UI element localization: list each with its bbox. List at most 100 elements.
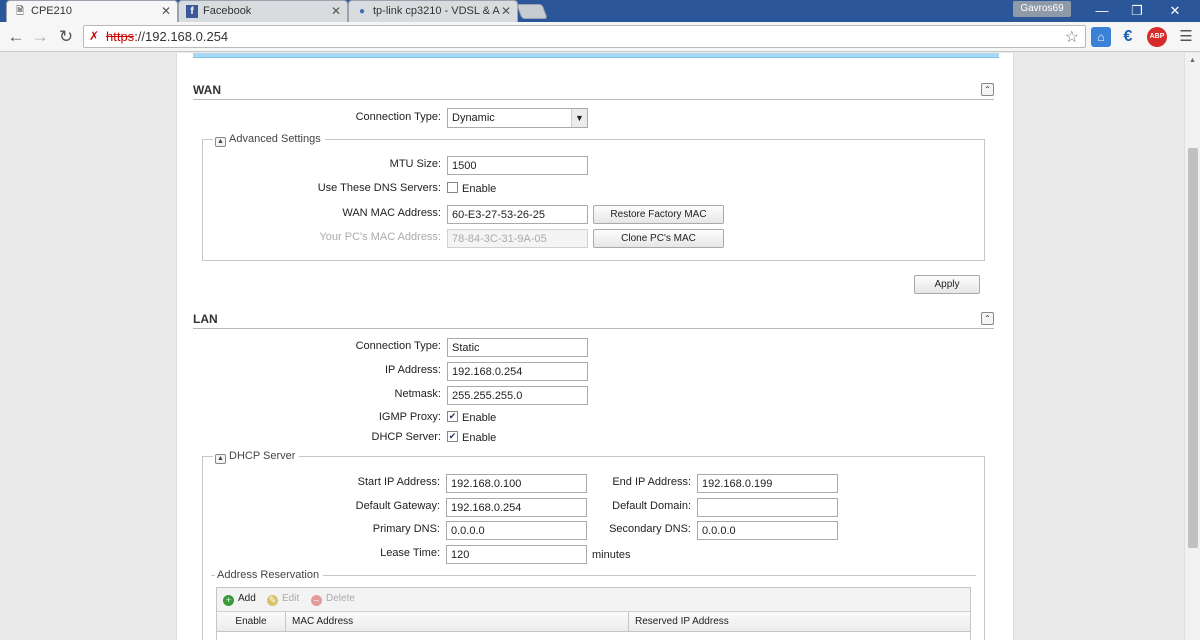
dhcp-server-legend[interactable]: ▲ DHCP Server bbox=[213, 450, 300, 464]
default-gateway-input[interactable] bbox=[446, 498, 587, 517]
reservation-divider bbox=[211, 575, 976, 576]
wan-connection-type-label: Connection Type: bbox=[355, 111, 441, 123]
edit-icon: ✎ bbox=[267, 595, 278, 606]
dhcp-enable-label: Enable bbox=[462, 432, 497, 444]
igmp-enable-label: Enable bbox=[462, 412, 497, 424]
dns-servers-label: Use These DNS Servers: bbox=[317, 182, 441, 194]
url-text: https://192.168.0.254 bbox=[106, 29, 229, 44]
reload-icon[interactable]: ↻ bbox=[56, 27, 76, 47]
page-scrollbar[interactable]: ▲ bbox=[1184, 53, 1200, 640]
column-header-reserved-ip[interactable]: Reserved IP Address bbox=[629, 612, 970, 632]
end-ip-label: End IP Address: bbox=[612, 476, 691, 488]
close-icon[interactable]: ✕ bbox=[501, 4, 511, 18]
dns-enable-label: Enable bbox=[462, 183, 497, 195]
reservation-toolbar: + Add ✎ Edit – Delete bbox=[217, 588, 970, 612]
start-ip-input[interactable] bbox=[446, 474, 587, 493]
adblock-icon[interactable]: ABP bbox=[1147, 27, 1167, 47]
netmask-label: Netmask: bbox=[394, 388, 441, 400]
back-icon[interactable]: ← bbox=[6, 27, 26, 47]
address-bar[interactable]: ✗ https://192.168.0.254 ☆ bbox=[83, 25, 1086, 48]
column-header-enable[interactable]: Enable bbox=[217, 612, 286, 632]
scroll-up-icon[interactable]: ▲ bbox=[1189, 57, 1196, 64]
pc-mac-label: Your PC's MAC Address: bbox=[319, 231, 441, 243]
default-gateway-label: Default Gateway: bbox=[355, 500, 440, 512]
default-domain-label: Default Domain: bbox=[612, 500, 691, 512]
tab-facebook[interactable]: f Facebook ✕ bbox=[178, 0, 348, 22]
add-reservation-button[interactable]: + Add bbox=[223, 593, 256, 606]
tab-title: CPE210 bbox=[31, 5, 72, 17]
dhcp-enable-checkbox[interactable]: ✔ bbox=[447, 431, 458, 442]
igmp-proxy-label: IGMP Proxy: bbox=[378, 411, 441, 423]
primary-dns-label: Primary DNS: bbox=[372, 523, 440, 535]
tab-title: Facebook bbox=[203, 5, 252, 17]
pc-mac-input bbox=[447, 229, 588, 248]
home-icon[interactable]: ⌂ bbox=[1091, 27, 1111, 47]
info-banner bbox=[193, 53, 999, 58]
settings-panel: WAN ⌃ Connection Type: Dynamic ▼ ▲ Advanc… bbox=[176, 53, 1014, 640]
secondary-dns-label: Secondary DNS: bbox=[609, 523, 691, 535]
add-icon: + bbox=[223, 595, 234, 606]
mtu-label: MTU Size: bbox=[389, 158, 441, 170]
clone-pc-mac-button[interactable]: Clone PC's MAC bbox=[593, 229, 724, 248]
collapse-icon[interactable]: ▲ bbox=[215, 137, 226, 147]
delete-reservation-button: – Delete bbox=[311, 593, 355, 606]
restore-icon[interactable]: ❐ bbox=[1122, 2, 1152, 20]
ip-address-label: IP Address: bbox=[384, 364, 441, 376]
forward-icon[interactable]: → bbox=[30, 27, 50, 47]
tab-tplink-search[interactable]: ● tp-link cp3210 - VDSL & A ✕ bbox=[348, 0, 518, 22]
lan-connection-type-input bbox=[447, 338, 588, 357]
minimize-icon[interactable]: — bbox=[1087, 2, 1117, 20]
chevron-down-icon: ▼ bbox=[571, 109, 587, 127]
close-icon[interactable]: ✕ bbox=[161, 4, 171, 18]
primary-dns-input[interactable] bbox=[446, 521, 587, 540]
default-domain-input[interactable] bbox=[697, 498, 838, 517]
secondary-dns-input[interactable] bbox=[697, 521, 838, 540]
advanced-settings-legend[interactable]: ▲ Advanced Settings bbox=[213, 133, 325, 147]
user-profile-badge[interactable]: Gavros69 bbox=[1013, 1, 1071, 17]
ip-address-input[interactable] bbox=[447, 362, 588, 381]
igmp-enable-checkbox[interactable]: ✔ bbox=[447, 411, 458, 422]
edit-reservation-button: ✎ Edit bbox=[267, 593, 300, 606]
lan-section-header: LAN ⌃ bbox=[193, 309, 994, 329]
start-ip-label: Start IP Address: bbox=[357, 476, 440, 488]
lan-connection-type-label: Connection Type: bbox=[355, 340, 441, 352]
close-icon[interactable]: ✕ bbox=[331, 4, 341, 18]
delete-icon: – bbox=[311, 595, 322, 606]
lease-time-unit: minutes bbox=[592, 549, 631, 561]
wan-mac-input[interactable] bbox=[447, 205, 588, 224]
page-icon: 🗎 bbox=[15, 6, 25, 17]
apply-button[interactable]: Apply bbox=[914, 275, 980, 294]
tab-title: tp-link cp3210 - VDSL & A bbox=[373, 5, 500, 17]
restore-factory-mac-button[interactable]: Restore Factory MAC bbox=[593, 205, 724, 224]
lease-time-input[interactable] bbox=[446, 545, 587, 564]
address-reservation-table: + Add ✎ Edit – Delete Enable MAC Address Re… bbox=[216, 587, 971, 640]
menu-icon[interactable]: ☰ bbox=[1176, 27, 1196, 47]
euro-extension-icon[interactable]: € bbox=[1118, 27, 1138, 47]
collapse-icon[interactable]: ⌃ bbox=[981, 312, 994, 325]
browser-toolbar: ← → ↻ ✗ https://192.168.0.254 ☆ ⌂ € ABP … bbox=[0, 22, 1200, 52]
netmask-input[interactable] bbox=[447, 386, 588, 405]
bookmark-star-icon[interactable]: ☆ bbox=[1065, 27, 1079, 47]
dns-enable-checkbox[interactable] bbox=[447, 182, 458, 193]
lease-time-label: Lease Time: bbox=[380, 547, 440, 559]
new-tab-button[interactable] bbox=[516, 4, 548, 19]
wan-title: WAN bbox=[193, 83, 221, 97]
tab-cpe210[interactable]: 🗎 CPE210 ✕ bbox=[6, 0, 178, 22]
collapse-icon[interactable]: ▲ bbox=[215, 454, 226, 464]
close-window-icon[interactable]: ✕ bbox=[1160, 2, 1190, 20]
insecure-lock-icon: ✗ bbox=[89, 29, 100, 43]
wan-connection-type-select[interactable]: Dynamic ▼ bbox=[447, 108, 588, 128]
collapse-icon[interactable]: ⌃ bbox=[981, 83, 994, 96]
reservation-table-header: Enable MAC Address Reserved IP Address bbox=[217, 612, 970, 632]
mtu-input[interactable] bbox=[447, 156, 588, 175]
end-ip-input[interactable] bbox=[697, 474, 838, 493]
scrollbar-thumb[interactable] bbox=[1188, 148, 1198, 548]
wan-mac-label: WAN MAC Address: bbox=[342, 207, 441, 219]
column-header-mac[interactable]: MAC Address bbox=[286, 612, 629, 632]
facebook-icon: f bbox=[186, 5, 198, 18]
tab-strip: 🗎 CPE210 ✕ f Facebook ✕ ● tp-link cp3210… bbox=[0, 0, 1200, 22]
wan-section-header: WAN ⌃ bbox=[193, 80, 994, 100]
search-icon: ● bbox=[358, 6, 366, 17]
lan-title: LAN bbox=[193, 312, 218, 326]
page-viewport: WAN ⌃ Connection Type: Dynamic ▼ ▲ Advanc… bbox=[0, 53, 1184, 640]
